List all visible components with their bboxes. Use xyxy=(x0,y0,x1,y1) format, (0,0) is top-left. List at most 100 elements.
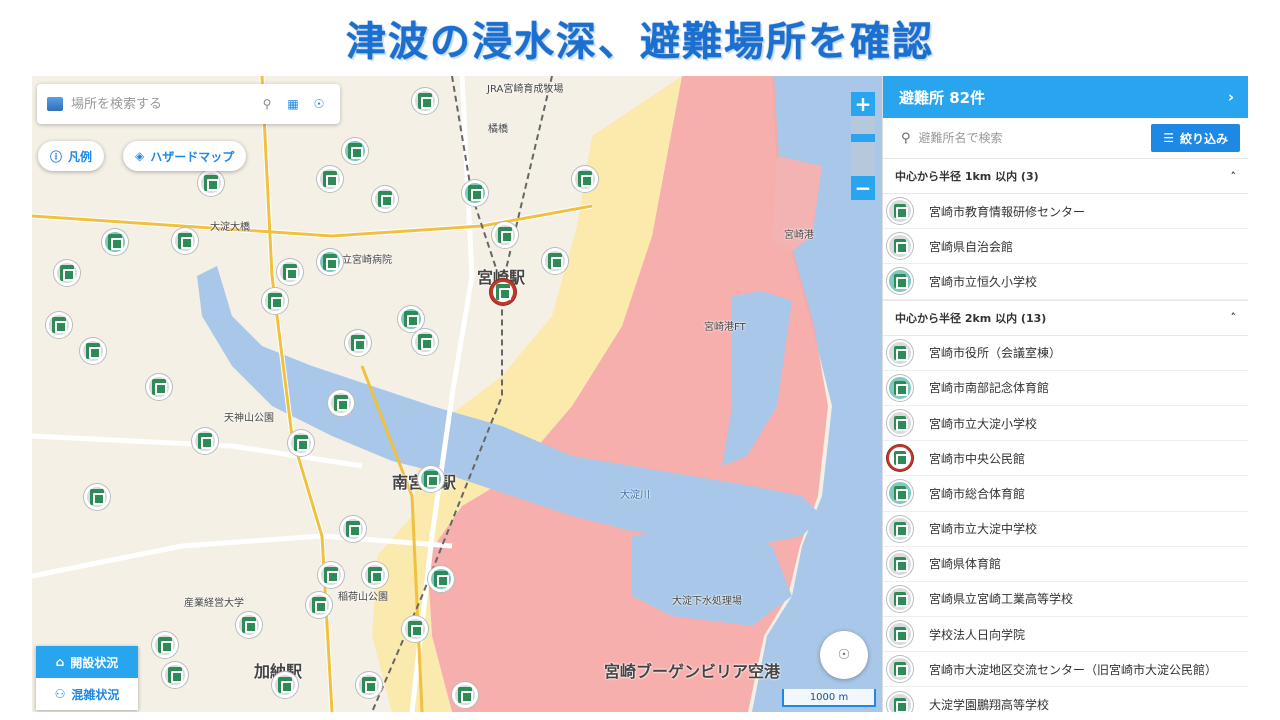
shelter-marker[interactable] xyxy=(356,672,382,698)
shelter-sections: 中心から半径 1km 以内 (3) ˄ 宮崎市教育情報研修センター 宮崎県自治会館 宮崎… xyxy=(883,158,1248,712)
shelter-marker[interactable] xyxy=(572,166,598,192)
shelter-list-item[interactable]: 宮崎県自治会館 xyxy=(883,229,1248,265)
map-label-oyodo-river: 大淀川 xyxy=(620,490,650,501)
filter-icon: ☰ xyxy=(1163,131,1174,145)
shelter-icon xyxy=(887,374,913,401)
shelter-marker[interactable] xyxy=(428,566,454,592)
map-view[interactable]: JRA宮崎育成牧場 宮崎駅 南宮崎駅 加納駅 宮崎ブーゲンビリア空港 大淀川 宮… xyxy=(32,76,882,712)
shelter-marker[interactable] xyxy=(342,138,368,164)
shelter-marker[interactable] xyxy=(152,632,178,658)
map-label-inariyama-park: 稲荷山公園 xyxy=(338,592,388,603)
shelter-marker[interactable] xyxy=(80,338,106,364)
status-toggle-group: ⌂ 開設状況 ⚇ 混雑状況 xyxy=(36,646,138,710)
shelter-marker[interactable] xyxy=(162,662,188,688)
search-icon[interactable]: ⚲ xyxy=(256,93,278,115)
shelter-marker[interactable] xyxy=(54,260,80,286)
crosshair-icon: ☉ xyxy=(837,647,851,663)
shelter-list-item[interactable]: 宮崎市中央公民館 xyxy=(883,441,1248,477)
panel-header[interactable]: 避難所 82件 › xyxy=(883,76,1248,118)
shelter-marker[interactable] xyxy=(272,672,298,698)
shelter-marker[interactable] xyxy=(317,166,343,192)
shelter-marker[interactable] xyxy=(146,374,172,400)
hazard-map-button[interactable]: ◈ ハザードマップ xyxy=(123,141,247,171)
shelter-marker[interactable] xyxy=(318,562,344,588)
shelter-marker[interactable] xyxy=(288,430,314,456)
legend-button[interactable]: ⓘ 凡例 xyxy=(38,141,105,171)
shelter-icon xyxy=(887,550,913,577)
map-label-miyazaki-port-ft: 宮崎港FT xyxy=(704,322,746,333)
shelter-marker[interactable] xyxy=(340,516,366,542)
shelter-marker[interactable] xyxy=(317,249,343,275)
shelter-marker[interactable] xyxy=(84,484,110,510)
shelter-marker[interactable] xyxy=(277,259,303,285)
shelter-list-item[interactable]: 宮崎市役所（会議室棟） xyxy=(883,336,1248,371)
shelter-marker[interactable] xyxy=(402,616,428,642)
map-label-sewage: 大淀下水処理場 xyxy=(672,596,742,607)
shelter-icon xyxy=(887,339,913,366)
shelter-list-item[interactable]: 大淀学園鵬翔高等学校 xyxy=(883,687,1248,712)
shelter-marker[interactable] xyxy=(46,312,72,338)
shelter-marker[interactable] xyxy=(198,170,224,196)
current-location-button[interactable]: ☉ xyxy=(820,631,868,679)
shelter-marker-selected[interactable] xyxy=(490,279,516,305)
shelter-marker[interactable] xyxy=(328,390,354,416)
open-status-button[interactable]: ⌂ 開設状況 xyxy=(36,646,138,678)
section-title: 中心から半径 1km 以内 (3) xyxy=(895,170,1039,183)
shelter-marker[interactable] xyxy=(345,330,371,356)
map-label-oyodo-ohashi: 大淀大橋 xyxy=(210,222,250,233)
shelter-list-item[interactable]: 宮崎市立大淀中学校 xyxy=(883,512,1248,547)
zoom-out-button[interactable]: − xyxy=(851,176,875,200)
filter-button[interactable]: ☰ 絞り込み xyxy=(1151,124,1240,152)
shelter-marker[interactable] xyxy=(192,428,218,454)
slide-title: 津波の浸水深、避難場所を確認 xyxy=(346,19,934,65)
shelter-marker[interactable] xyxy=(452,682,478,708)
shelter-name: 宮崎市立大淀中学校 xyxy=(929,522,1038,537)
shelter-marker[interactable] xyxy=(306,592,332,618)
chevron-right-icon[interactable]: › xyxy=(1228,88,1234,106)
shelter-name: 学校法人日向学院 xyxy=(929,627,1026,642)
section-title: 中心から半径 2km 以内 (13) xyxy=(895,311,1047,325)
map-icon[interactable]: ▦ xyxy=(282,93,304,115)
shelter-marker[interactable] xyxy=(362,562,388,588)
shelter-name: 宮崎市大淀地区交流センター（旧宮崎市大淀公民館） xyxy=(929,662,1218,677)
shelter-list-item[interactable]: 宮崎市大淀地区交流センター（旧宮崎市大淀公民館） xyxy=(883,652,1248,688)
zoom-in-button[interactable]: + xyxy=(851,92,875,116)
shelter-list-item[interactable]: 宮崎市立大淀小学校 xyxy=(883,406,1248,442)
shelter-list-item[interactable]: 宮崎市総合体育館 xyxy=(883,476,1248,512)
shelter-list-item[interactable]: 宮崎市教育情報研修センター xyxy=(883,194,1248,230)
shelter-marker[interactable] xyxy=(102,229,128,255)
section-header[interactable]: 中心から半径 1km 以内 (3) ˄ xyxy=(883,158,1248,194)
shelter-search-input[interactable] xyxy=(918,131,1144,145)
shelter-icon xyxy=(887,691,913,712)
shelter-marker[interactable] xyxy=(398,306,424,332)
section-header[interactable]: 中心から半径 2km 以内 (13) ˄ xyxy=(883,299,1248,336)
search-icon: ⚲ xyxy=(901,130,911,146)
map-label-airport: 宮崎ブーゲンビリア空港 xyxy=(604,662,781,681)
zoom-slider-thumb[interactable] xyxy=(851,134,875,142)
shelter-marker[interactable] xyxy=(418,466,444,492)
map-search-input[interactable] xyxy=(71,96,252,112)
shelter-marker[interactable] xyxy=(172,228,198,254)
shelter-marker[interactable] xyxy=(462,180,488,206)
shelter-name: 宮崎市立大淀小学校 xyxy=(929,416,1038,431)
shelter-marker[interactable] xyxy=(236,612,262,638)
map-label-sangyo: 産業経営大学 xyxy=(184,598,244,609)
shelter-marker[interactable] xyxy=(262,288,288,314)
panel-search-row: ⚲ ☰ 絞り込み xyxy=(883,118,1248,158)
shelter-list-item[interactable]: 宮崎市南部記念体育館 xyxy=(883,371,1248,406)
shelter-list-item[interactable]: 宮崎県立宮崎工業高等学校 xyxy=(883,582,1248,618)
location-target-icon[interactable]: ☉ xyxy=(308,93,330,115)
shelter-marker[interactable] xyxy=(372,186,398,212)
shelter-list-item[interactable]: 宮崎市立恒久小学校 xyxy=(883,264,1248,300)
chevron-up-icon[interactable]: ˄ xyxy=(1231,311,1237,324)
shelter-list-item[interactable]: 宮崎県体育館 xyxy=(883,547,1248,582)
shelter-list-item[interactable]: 学校法人日向学院 xyxy=(883,617,1248,653)
shelter-icon xyxy=(887,198,913,225)
shelter-marker[interactable] xyxy=(412,329,438,355)
shelter-marker[interactable] xyxy=(542,248,568,274)
crowd-status-button[interactable]: ⚇ 混雑状況 xyxy=(36,678,138,710)
shelter-marker[interactable] xyxy=(412,88,438,114)
shelter-marker[interactable] xyxy=(492,222,518,248)
map-search-bar: ⚲ ▦ ☉ xyxy=(37,84,340,124)
chevron-up-icon[interactable]: ˄ xyxy=(1231,170,1237,183)
